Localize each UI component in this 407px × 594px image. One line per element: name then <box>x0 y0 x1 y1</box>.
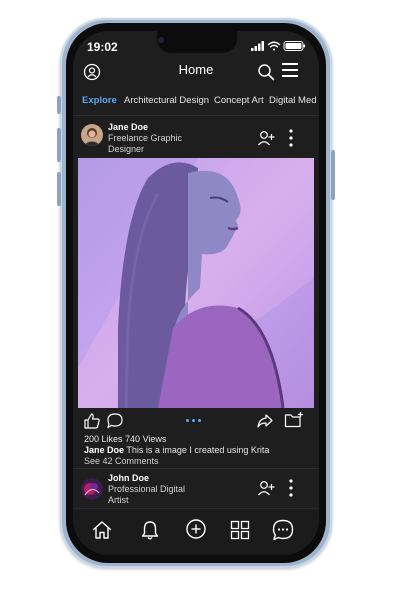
chat-icon[interactable] <box>271 518 295 542</box>
app-header: Home <box>73 57 319 87</box>
status-icons <box>251 41 306 51</box>
more-options-icon[interactable] <box>285 478 297 498</box>
home-icon[interactable] <box>91 519 113 541</box>
tab-digital-media[interactable]: Digital Med <box>269 95 317 106</box>
next-post-author-name[interactable]: John Doe <box>108 473 149 483</box>
views-count: 740 Views <box>125 434 167 444</box>
app-screen: 19:02 Home Explore Architectural Design … <box>73 31 319 555</box>
like-icon[interactable] <box>83 412 101 430</box>
post-caption: Jane Doe This is a image I created using… <box>84 445 269 455</box>
post-stats: 200 Likes 740 Views <box>84 434 166 444</box>
avatar[interactable] <box>81 478 103 500</box>
share-icon[interactable] <box>256 412 274 430</box>
avatar[interactable] <box>81 124 103 146</box>
caption-text: This is a image I created using Krita <box>126 445 270 455</box>
tab-explore[interactable]: Explore <box>82 95 117 106</box>
post-divider <box>73 468 319 469</box>
phone-power-button <box>331 150 335 200</box>
post-artwork-image[interactable] <box>78 158 314 408</box>
carousel-dot-1[interactable] <box>186 419 189 422</box>
post-actions-bar <box>73 411 319 431</box>
front-camera <box>158 37 164 43</box>
save-to-folder-icon[interactable] <box>284 411 304 429</box>
tabs-divider <box>73 115 319 116</box>
grid-icon[interactable] <box>229 519 251 541</box>
phone-volume-down <box>57 172 61 206</box>
phone-silent-switch <box>57 96 61 114</box>
signal-icon <box>251 41 264 51</box>
phone-notch <box>157 31 237 53</box>
caption-author[interactable]: Jane Doe <box>84 445 124 455</box>
follow-user-icon[interactable] <box>257 129 275 147</box>
search-icon[interactable] <box>257 63 275 81</box>
bell-icon[interactable] <box>139 519 161 541</box>
battery-icon <box>283 41 306 51</box>
carousel-dot-2[interactable] <box>192 419 195 422</box>
tab-architectural-design[interactable]: Architectural Design <box>124 95 209 106</box>
post-author-name[interactable]: Jane Doe <box>108 122 148 132</box>
post-author-role: Freelance Graphic Designer <box>108 133 183 154</box>
follow-user-icon[interactable] <box>257 479 275 497</box>
category-tabs: Explore Architectural Design Concept Art… <box>73 93 319 111</box>
bottom-nav <box>73 508 319 555</box>
tab-concept-art[interactable]: Concept Art <box>214 95 264 106</box>
menu-icon[interactable] <box>281 61 299 79</box>
carousel-dot-3[interactable] <box>198 419 201 422</box>
next-post-author-role: Professional Digital Artist <box>108 484 186 505</box>
see-comments-link[interactable]: See 42 Comments <box>84 456 159 466</box>
next-post-header: John Doe Professional Digital Artist <box>73 471 319 509</box>
more-options-icon[interactable] <box>285 128 297 148</box>
likes-count[interactable]: 200 Likes <box>84 434 123 444</box>
phone-volume-up <box>57 128 61 162</box>
post-header: Jane Doe Freelance Graphic Designer <box>73 119 319 159</box>
wifi-icon <box>267 41 281 51</box>
comment-icon[interactable] <box>106 412 124 430</box>
add-icon[interactable] <box>185 518 207 540</box>
status-time: 19:02 <box>87 40 118 54</box>
